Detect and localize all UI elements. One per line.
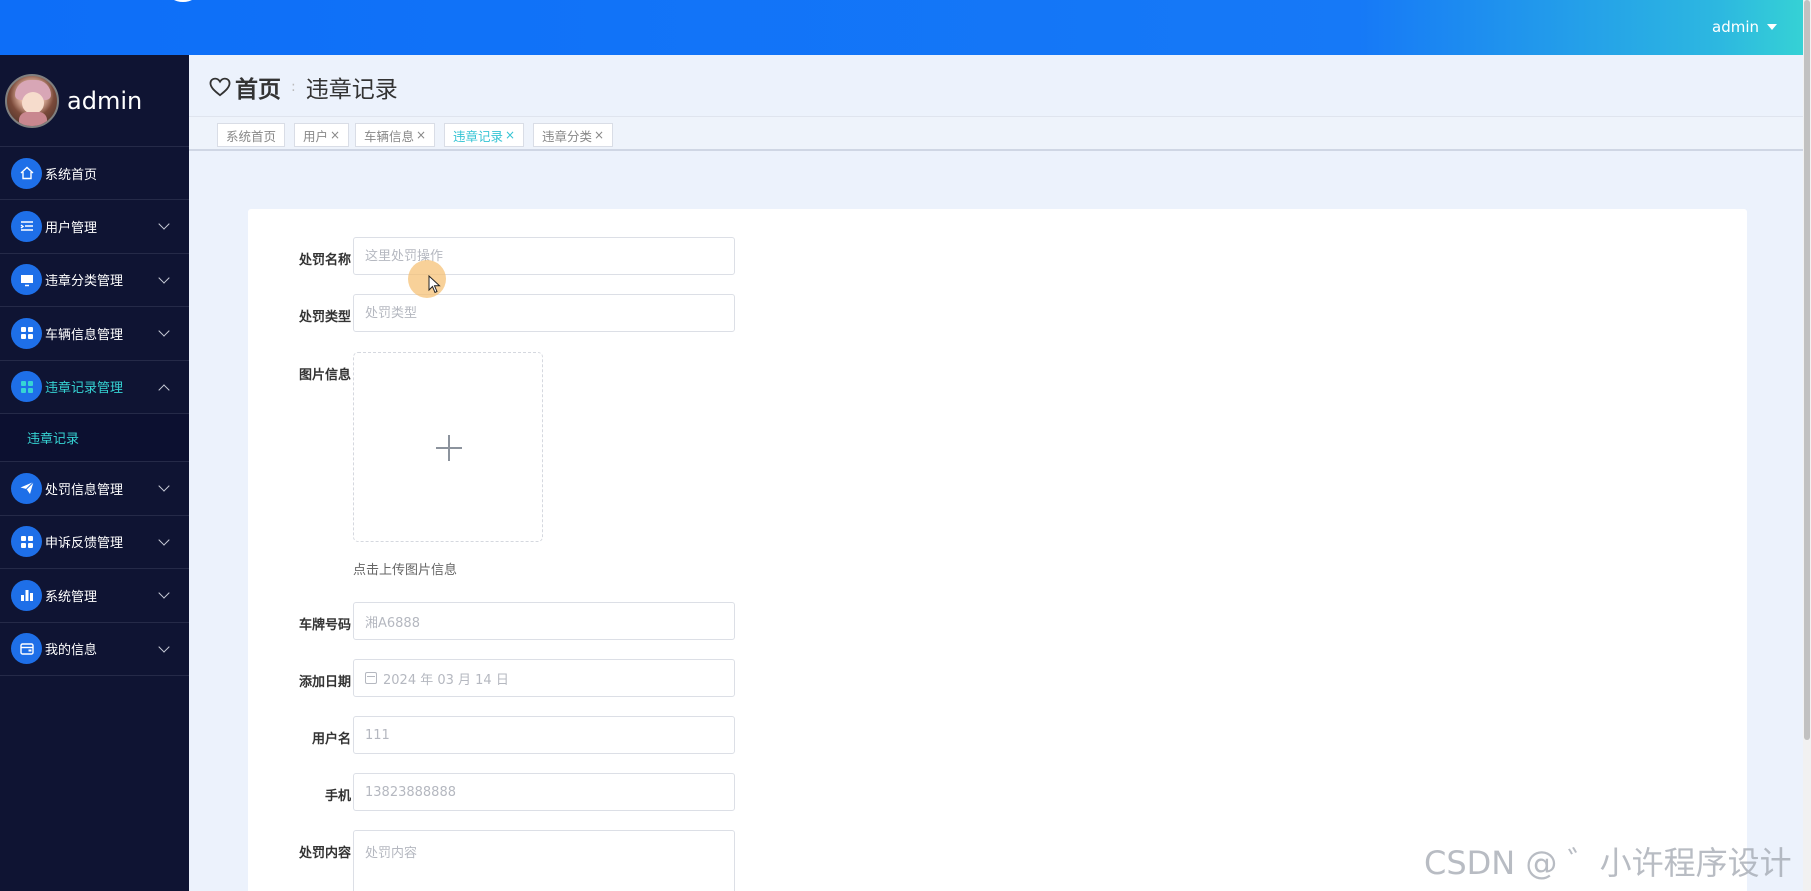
penalty-content-field[interactable]: 处罚内容 — [353, 830, 735, 891]
mouse-cursor-icon — [428, 275, 441, 294]
chevron-down-icon — [158, 480, 170, 492]
sidebar-subitem-violation-record[interactable]: 违章记录 — [0, 414, 189, 462]
sidebar-item-label: 系统管理 — [45, 589, 98, 605]
heart-icon — [209, 77, 231, 97]
phone-value: 13823888888 — [365, 784, 456, 800]
add-date-value: 2024 年 03 月 14 日 — [383, 672, 509, 688]
plus-icon — [436, 435, 462, 461]
phone-field[interactable]: 13823888888 — [353, 773, 735, 811]
chevron-up-icon — [158, 383, 170, 396]
logo-icon — [168, 0, 198, 2]
sidebar-item-system-management[interactable]: 系统管理 — [0, 569, 189, 623]
user-menu-label: admin — [1712, 18, 1759, 36]
caret-down-icon — [1767, 24, 1777, 30]
grid-icon — [11, 317, 42, 349]
tab-user[interactable]: 用户 × — [294, 123, 350, 147]
penalty-content-placeholder: 处罚内容 — [365, 846, 418, 861]
image-uploader[interactable] — [353, 352, 543, 542]
breadcrumb-home[interactable]: 首页 — [209, 70, 281, 104]
breadcrumb-home-label: 首页 — [235, 77, 281, 103]
tab-label: 违章分类 — [542, 128, 593, 144]
username-label: 用户名 — [311, 732, 351, 747]
sidebar-item-home[interactable]: 系统首页 — [0, 147, 189, 200]
sidebar-item-my-info[interactable]: 我的信息 — [0, 623, 189, 676]
tabs-bar: 系统首页 用户 × 车辆信息 × 违章记录 × 违章分类 × — [189, 116, 1803, 151]
phone-label: 手机 — [324, 789, 351, 804]
user-menu[interactable]: admin — [1712, 18, 1777, 36]
chevron-down-icon — [158, 640, 170, 653]
plate-number-label: 车牌号码 — [298, 618, 351, 633]
username-field[interactable]: 111 — [353, 716, 735, 754]
grid-icon — [11, 526, 42, 558]
chevron-down-icon — [158, 271, 170, 284]
sidebar-item-label: 违章记录管理 — [45, 381, 124, 397]
sidebar-item-user-management[interactable]: 用户管理 — [0, 200, 189, 254]
breadcrumb-current: 违章记录 — [305, 77, 398, 103]
chevron-down-icon — [158, 533, 170, 546]
close-icon[interactable]: × — [505, 128, 515, 142]
avatar — [5, 73, 59, 128]
tab-label: 车辆信息 — [364, 128, 415, 144]
sidebar-item-vehicle-info[interactable]: 车辆信息管理 — [0, 307, 189, 361]
sidebar-item-label: 违章分类管理 — [45, 274, 124, 290]
sidebar-item-violation-record[interactable]: 违章记录管理 — [0, 361, 189, 414]
sidebar-profile: admin — [0, 55, 189, 147]
tab-label: 系统首页 — [226, 128, 277, 144]
penalty-type-field[interactable] — [353, 294, 735, 332]
penalty-type-input[interactable] — [365, 305, 734, 321]
send-icon — [11, 472, 42, 504]
image-info-label: 图片信息 — [298, 368, 351, 383]
profile-name: admin — [67, 86, 143, 115]
sidebar-item-label: 车辆信息管理 — [45, 327, 124, 343]
chevron-down-icon — [158, 218, 170, 230]
tab-label: 用户 — [303, 128, 329, 144]
penalty-content-label: 处罚内容 — [298, 846, 351, 861]
sidebar-item-label: 系统首页 — [45, 167, 98, 183]
tab-vehicle-info[interactable]: 车辆信息 × — [355, 123, 436, 147]
close-icon[interactable]: × — [416, 128, 426, 142]
wallet-icon — [11, 633, 42, 665]
close-icon[interactable]: × — [330, 128, 340, 142]
home-icon — [11, 157, 42, 189]
plate-number-field[interactable]: 湘A6888 — [353, 602, 735, 640]
tab-label: 违章记录 — [453, 128, 504, 144]
sidebar-item-violation-category[interactable]: 违章分类管理 — [0, 254, 189, 307]
breadcrumb-separator: : — [291, 79, 296, 95]
tab-violation-category[interactable]: 违章分类 × — [533, 123, 614, 147]
add-date-field[interactable]: 2024 年 03 月 14 日 — [353, 659, 735, 697]
tab-violation-record[interactable]: 违章记录 × — [444, 123, 525, 147]
tab-home[interactable]: 系统首页 — [217, 123, 286, 147]
sidebar-item-label: 用户管理 — [45, 220, 98, 236]
sidebar-item-label: 处罚信息管理 — [45, 482, 124, 498]
sidebar: admin 系统首页 用户管理 违章分类管理 车辆信息管理 违章记录管理 违章记… — [0, 55, 189, 891]
breadcrumb: 首页 : 违章记录 — [209, 70, 398, 104]
watermark: CSDN @ ゛小许程序设计 — [1424, 844, 1792, 882]
list-icon — [11, 210, 42, 242]
upload-tip: 点击上传图片信息 — [353, 563, 458, 578]
username-value: 111 — [365, 727, 390, 743]
sidebar-item-label: 我的信息 — [45, 643, 98, 659]
form-card: 处罚名称 处罚类型 图片信息 点击上传图片信息 车牌号码 湘A6888 添加日期… — [248, 209, 1747, 891]
sidebar-item-label: 申诉反馈管理 — [45, 536, 124, 552]
penalty-type-label: 处罚类型 — [298, 310, 351, 325]
grid-icon — [11, 371, 42, 403]
sidebar-subitem-label: 违章记录 — [27, 432, 80, 447]
page-scrollbar[interactable] — [1803, 0, 1811, 891]
close-icon[interactable]: × — [594, 128, 604, 142]
penalty-name-label: 处罚名称 — [298, 253, 351, 268]
chevron-down-icon — [158, 325, 170, 337]
scrollbar-thumb[interactable] — [1804, 0, 1810, 740]
calendar-icon — [365, 672, 377, 684]
plate-number-value: 湘A6888 — [365, 615, 420, 631]
top-header: admin — [0, 0, 1811, 55]
add-date-label: 添加日期 — [298, 675, 351, 690]
chevron-down-icon — [158, 587, 170, 599]
monitor-icon — [11, 264, 42, 296]
sidebar-item-penalty-info[interactable]: 处罚信息管理 — [0, 462, 189, 516]
sidebar-item-appeal-feedback[interactable]: 申诉反馈管理 — [0, 516, 189, 569]
bar-chart-icon — [11, 579, 42, 611]
